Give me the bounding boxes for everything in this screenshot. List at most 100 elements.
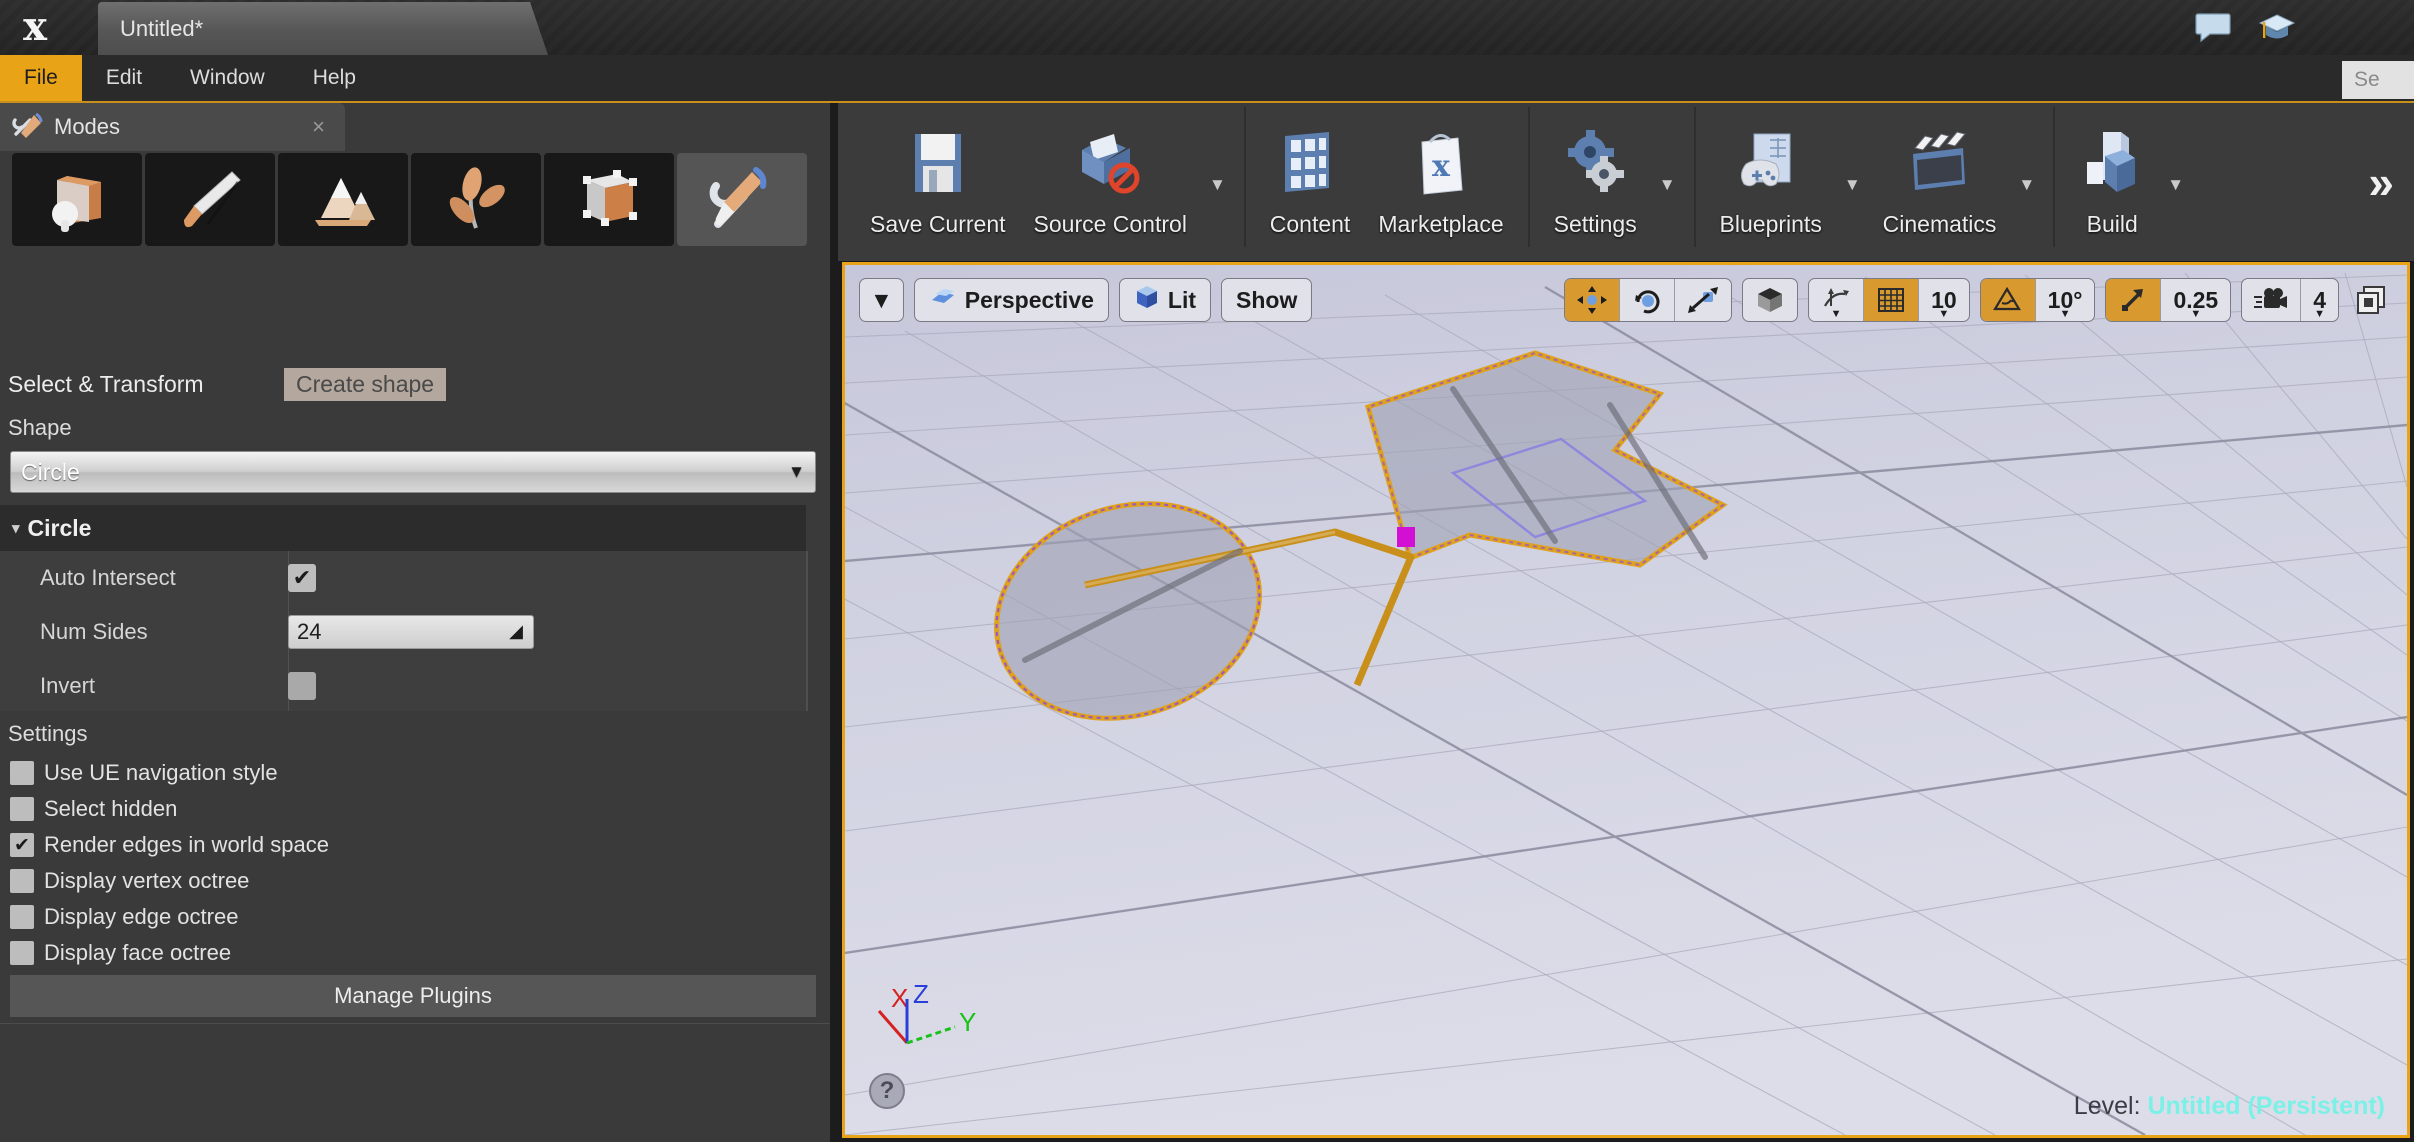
camera-mode-button[interactable]: Perspective [913,278,1109,322]
toolbar-overflow-chevron[interactable]: » [2368,155,2394,209]
menu-help[interactable]: Help [289,55,380,101]
menu-edit-label: Edit [105,66,143,89]
source-control-label: Source Control [1033,211,1187,237]
display-vertex-octree-checkbox[interactable] [10,869,34,893]
diagonal-arrow-icon [2122,289,2144,311]
world-coordinate-button[interactable] [1743,279,1797,321]
level-viewport[interactable]: ▼ Perspective Lit Show ▼ 10 ▼ 10° ▼ 0.25… [842,262,2410,1138]
setting-render-edges-in-world-space[interactable]: ✔ Render edges in world space [10,827,810,863]
setting-display-edge-octree[interactable]: Display edge octree [10,899,810,935]
toolbar-group-settings: Settings ▼ [1540,103,1684,253]
num-sides-input[interactable]: 24 ◢ [288,615,534,649]
build-button[interactable]: Build [2065,103,2159,238]
spinner-arrow-icon: ◢ [509,621,523,641]
grid-snap-group: ▼ 10 ▼ [1808,278,1970,322]
mountain-icon [315,177,375,226]
show-menu-button[interactable]: Show [1221,278,1313,322]
viewport-3d-scene[interactable]: ▼ Perspective Lit Show ▼ 10 ▼ 10° ▼ 0.25… [845,265,2407,1135]
rotation-snap-value[interactable]: 10° ▼ [2036,279,2095,321]
source-control-dropdown-caret[interactable]: ▼ [1201,175,1234,195]
shape-dropdown[interactable]: Circle ▼ [10,451,816,493]
num-sides-label: Num Sides [40,619,148,644]
property-row-auto-intersect: Auto Intersect ✔ [0,551,806,605]
source-control-button[interactable]: Source Control [1020,103,1201,238]
rotate-gizmo-button[interactable] [1620,279,1676,321]
global-search-input[interactable]: Se [2342,61,2414,99]
document-tab[interactable]: Untitled* [98,2,548,55]
modes-panel-tab[interactable]: Modes × [0,103,345,151]
leaf-sprig-icon [449,166,505,229]
title-bar: x Untitled* [0,0,2414,55]
setting-display-vertex-octree[interactable]: Display vertex octree [10,863,810,899]
content-button[interactable]: Content [1256,103,1365,238]
view-mode-button[interactable]: Lit [1118,278,1212,322]
display-edge-octree-label: Display edge octree [44,904,239,929]
setting-use-ue-navigation-style[interactable]: Use UE navigation style [10,755,810,791]
mode-button-geometry-editing[interactable] [544,153,674,246]
use-ue-navigation-style-checkbox[interactable] [10,761,34,785]
marketplace-button[interactable]: x Marketplace [1364,103,1517,238]
blueprints-dropdown-caret[interactable]: ▼ [1836,175,1869,195]
close-icon[interactable]: × [304,114,333,140]
learn-graduation-cap-icon[interactable] [2258,8,2296,46]
cinematics-button[interactable]: Cinematics [1869,103,2011,238]
rotation-snap-toggle[interactable] [1980,279,2036,321]
menu-edit[interactable]: Edit [82,55,166,101]
build-dropdown-caret[interactable]: ▼ [2159,175,2192,195]
grid-snap-toggle[interactable] [1864,279,1920,321]
chevron-down-icon: ▼ [788,462,805,481]
display-edge-octree-checkbox[interactable] [10,905,34,929]
level-value-label: Untitled (Persistent) [2147,1092,2385,1120]
level-status-text: Level: Untitled (Persistent) [2074,1092,2385,1121]
angle-icon [1992,286,2021,311]
mode-button-mesh-tools[interactable] [677,153,807,246]
viewport-options-menu-button[interactable]: ▼ [859,278,904,322]
blueprints-button[interactable]: Blueprints [1706,103,1836,238]
mode-button-select-and-transform[interactable] [12,153,142,246]
invert-checkbox[interactable] [288,672,316,700]
display-face-octree-checkbox[interactable] [10,941,34,965]
axis-label-z: Z [913,979,929,1009]
toolbar-group-blueprints-cinematics: Blueprints ▼ Cinematics ▼ [1706,103,2044,253]
auto-intersect-checkbox[interactable]: ✔ [288,564,316,592]
select-hidden-checkbox[interactable] [10,797,34,821]
camera-speed-icon-cell[interactable] [2242,279,2302,321]
question-mark-icon[interactable]: ? [869,1073,905,1109]
scale-gizmo-button[interactable] [1675,279,1731,321]
viewport-toolbar: ▼ Perspective Lit Show ▼ 10 ▼ 10° ▼ 0.25… [845,265,2407,335]
menu-file[interactable]: File [0,55,82,101]
mode-button-paint[interactable] [145,153,275,246]
scale-snap-toggle[interactable] [2106,279,2162,321]
grid-snap-value[interactable]: 10 ▼ [1919,279,1969,321]
mode-button-landscape[interactable] [278,153,408,246]
settings-label: Settings [1553,211,1637,237]
settings-dropdown-caret[interactable]: ▼ [1651,175,1684,195]
blueprints-label: Blueprints [1719,211,1822,237]
surface-snap-toggle[interactable]: ▼ [1809,279,1865,321]
chevron-down-icon: ▼ [2059,308,2071,320]
save-current-button[interactable]: Save Current [856,103,1020,238]
axis-label-y: Y [959,1007,976,1037]
auto-intersect-label: Auto Intersect [40,565,176,590]
render-edges-in-world-space-checkbox[interactable]: ✔ [10,833,34,857]
rotate-arrow-icon [1635,290,1660,314]
translate-gizmo-button[interactable] [1565,279,1621,321]
scale-snap-value[interactable]: 0.25 ▼ [2161,279,2230,321]
toolbar-separator-4 [2053,107,2056,247]
scale-arrows-icon [1688,287,1719,313]
mode-tooltip-row: Select & Transform Create shape [0,368,830,413]
feedback-chat-icon[interactable] [2194,8,2232,46]
mode-button-foliage[interactable] [411,153,541,246]
circle-section-header[interactable]: ▾ Circle [0,505,806,551]
settings-button[interactable]: Settings [1540,103,1651,238]
setting-display-face-octree[interactable]: Display face octree [10,935,810,971]
cinematics-dropdown-caret[interactable]: ▼ [2010,175,2043,195]
num-sides-value: 24 [297,619,322,644]
setting-select-hidden[interactable]: Select hidden [10,791,810,827]
menu-window[interactable]: Window [166,55,289,101]
camera-speed-value[interactable]: 4 ▼ [2301,279,2338,321]
document-tab-label: Untitled* [120,15,204,41]
manage-plugins-button[interactable]: Manage Plugins [10,975,816,1017]
maximize-viewport-button[interactable] [2349,278,2393,322]
save-current-label: Save Current [870,211,1006,237]
